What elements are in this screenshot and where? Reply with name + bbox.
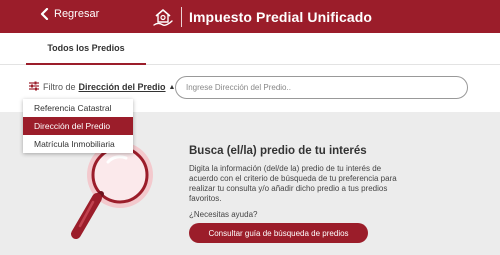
option-referencia-catastral[interactable]: Referencia Catastral	[23, 99, 133, 117]
back-button[interactable]: Regresar	[40, 8, 99, 20]
page-title: Impuesto Predial Unificado	[189, 8, 373, 25]
empty-state-title: Busca (el/la) predio de tu interés	[189, 145, 367, 157]
chevron-left-icon	[40, 8, 49, 20]
search-input[interactable]	[175, 76, 468, 99]
filter-options-menu: Referencia Catastral Dirección del Predi…	[23, 99, 133, 153]
tab-bar: Todos los Predios	[0, 33, 500, 65]
magnifying-glass-icon	[68, 140, 158, 250]
tab-todos-los-predios[interactable]: Todos los Predios	[26, 33, 146, 65]
filter-dropdown-toggle[interactable]: Filtro de Dirección del Predio ▲	[29, 79, 175, 95]
option-matricula-inmobiliaria[interactable]: Matrícula Inmobiliaria	[23, 135, 133, 153]
house-hand-icon	[152, 6, 174, 28]
app-brand: Impuesto Predial Unificado	[152, 4, 372, 29]
brand-divider	[181, 6, 182, 27]
filter-prefix: Filtro de	[43, 82, 76, 92]
help-text: ¿Necesitas ayuda?	[189, 210, 258, 219]
empty-state-description: Digita la información (del/de la) predio…	[189, 164, 397, 203]
filter-selected: Dirección del Predio	[78, 82, 166, 92]
empty-state: Busca (el/la) predio de tu interés Digit…	[189, 145, 409, 220]
app-header: Regresar Impuesto Predial Unificado	[0, 0, 500, 33]
option-direccion-del-predio[interactable]: Dirección del Predio	[23, 117, 133, 135]
back-label: Regresar	[54, 8, 100, 20]
sliders-icon	[29, 81, 39, 93]
search-guide-button[interactable]: Consultar guía de búsqueda de predios	[189, 223, 368, 243]
